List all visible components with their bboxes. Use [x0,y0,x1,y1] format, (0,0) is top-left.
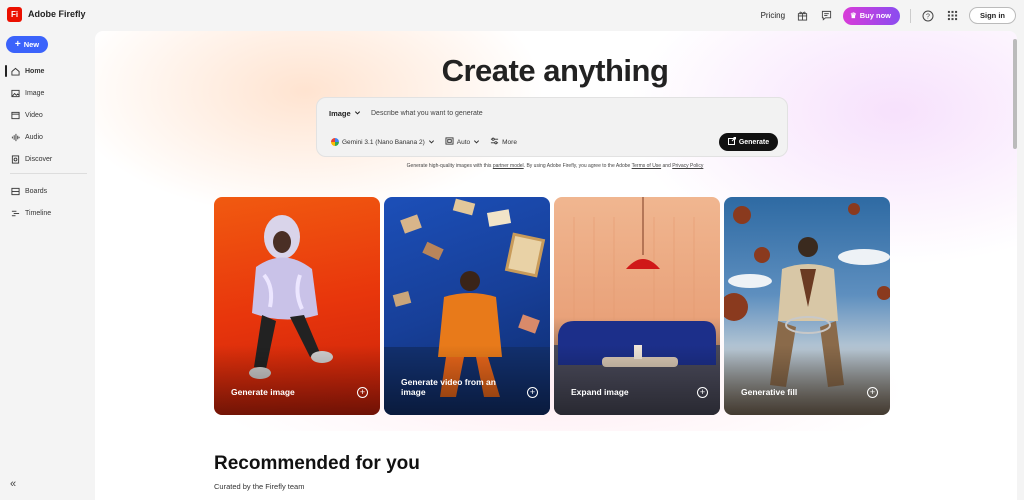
chat-icon[interactable] [819,9,833,23]
model-dropdown[interactable]: Gemini 3.1 (Nano Banana 2) [331,138,435,147]
sidebar-item-discover[interactable]: Discover [5,151,89,167]
aspect-ratio-dropdown[interactable]: Auto [445,137,480,147]
collapse-sidebar-icon[interactable]: « [10,478,22,490]
sidebar-item-boards[interactable]: Boards [5,183,89,199]
audio-icon [10,132,20,142]
sidebar-item-image[interactable]: Image [5,85,89,101]
sidebar-item-label: Audio [25,133,43,141]
card-generate-video[interactable]: Generate video from an image + [384,197,550,415]
section-title: Recommended for you [214,453,420,474]
partner-model-link[interactable]: partner model [493,163,524,169]
new-button-label: New [23,40,40,49]
quick-action-cards: Generate image + Generate video from an … [214,197,890,415]
image-icon [10,88,20,98]
mode-label: Image [329,109,351,118]
sidebar-item-video[interactable]: Video [5,107,89,123]
card-shade [214,345,380,415]
top-bar: Fi Adobe Firefly Pricing ♛ Buy now ? Sig… [0,0,1024,31]
card-shade [724,345,890,415]
aspect-label: Auto [456,138,471,146]
google-icon [331,138,339,146]
card-shade [554,345,720,415]
divider [910,8,911,23]
firefly-logo[interactable]: Fi [7,7,22,22]
legal-text: Generate high-quality images with this [406,163,492,169]
sidebar-item-label: Discover [25,155,53,163]
app-name[interactable]: Adobe Firefly [28,9,86,19]
card-generative-fill[interactable]: Generative fill + [724,197,890,415]
svg-text:?: ? [926,13,930,20]
more-options-button[interactable]: More [490,137,517,147]
legal-text: and [662,163,671,169]
card-label: Expand image [571,387,629,397]
aspect-ratio-icon [445,137,454,147]
plus-circle-icon: + [867,387,878,398]
card-label: Generative fill [741,387,798,397]
buy-now-button[interactable]: ♛ Buy now [843,6,900,25]
plus-circle-icon: + [697,387,708,398]
plus-icon: + [14,38,21,50]
gift-icon[interactable] [795,9,809,23]
sidebar-divider [10,173,87,174]
main-panel: Create anything Image Gemini 3.1 (Nano B… [95,31,1017,500]
prompt-box: Image Gemini 3.1 (Nano Banana 2) Auto Mo… [316,97,788,157]
sidebar-item-label: Boards [25,187,48,195]
boards-icon [10,186,20,196]
model-label: Gemini 3.1 (Nano Banana 2) [342,138,425,146]
crown-icon: ♛ [850,11,857,20]
chevron-down-icon [473,138,480,147]
legal-notice: Generate high-quality images with this p… [95,163,1015,169]
mode-dropdown[interactable]: Image [329,109,361,118]
chevron-down-icon [428,138,435,147]
buy-now-label: Buy now [859,11,891,20]
video-icon [10,110,20,120]
plus-circle-icon: + [527,387,538,398]
help-icon[interactable]: ? [921,9,935,23]
chevron-down-icon [354,109,361,118]
pricing-link[interactable]: Pricing [761,11,785,20]
prompt-input[interactable] [371,107,751,120]
discover-icon [10,154,20,164]
generate-icon [727,137,736,147]
sidebar-item-home[interactable]: Home [5,63,89,79]
home-icon [10,66,20,76]
page-title: Create anything [441,53,669,88]
prompt-options: Gemini 3.1 (Nano Banana 2) Auto More [331,137,517,147]
generate-label: Generate [738,138,770,146]
sidebar-item-label: Video [25,111,43,119]
plus-circle-icon: + [357,387,368,398]
card-expand-image[interactable]: Expand image + [554,197,720,415]
new-button[interactable]: + New [6,36,48,53]
section-subtitle: Curated by the Firefly team [214,482,305,491]
apps-grid-icon[interactable] [945,9,959,23]
legal-text: . By using Adobe Firefly, you agree to t… [523,163,631,169]
sidebar-item-audio[interactable]: Audio [5,129,89,145]
sidebar-item-timeline[interactable]: Timeline [5,205,89,221]
timeline-icon [10,208,20,218]
card-generate-image[interactable]: Generate image + [214,197,380,415]
card-label: Generate video from an image [401,377,496,397]
generate-button[interactable]: Generate [719,133,778,151]
more-label: More [502,138,517,146]
sidebar-item-label: Image [25,89,45,97]
sidebar-item-label: Home [25,67,45,75]
card-label: Generate image [231,387,295,397]
top-right-actions: Pricing ♛ Buy now ? Sign in [761,6,1016,25]
terms-of-use-link[interactable]: Terms of Use [632,163,661,169]
sidebar-item-label: Timeline [25,209,52,217]
sign-in-button[interactable]: Sign in [969,7,1016,24]
sidebar-nav: Home Image Video Audio Discover Boards T… [5,63,89,227]
privacy-policy-link[interactable]: Privacy Policy [672,163,703,169]
sliders-icon [490,137,499,147]
